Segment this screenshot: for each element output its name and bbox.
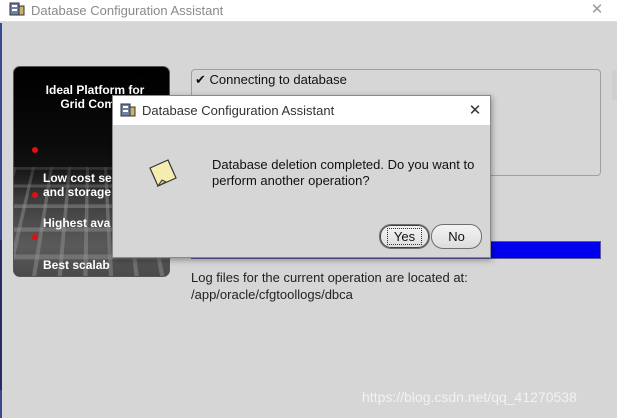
no-button[interactable]: No bbox=[431, 224, 482, 249]
dialog-title: Database Configuration Assistant bbox=[142, 103, 335, 118]
banner-item-label: Best scalab bbox=[43, 258, 110, 272]
log-location-text: Log files for the current operation are … bbox=[191, 269, 468, 303]
close-icon[interactable]: ✕ bbox=[584, 0, 610, 20]
yes-button[interactable]: Yes bbox=[379, 224, 430, 249]
dbca-app-icon bbox=[120, 102, 136, 118]
log-path: /app/oracle/cfgtoollogs/dbca bbox=[191, 287, 353, 302]
banner-item-label: Highest ava bbox=[43, 216, 111, 230]
watermark: https://blog.csdn.net/qq_41270538 bbox=[362, 389, 577, 405]
yes-button-label: Yes bbox=[386, 228, 423, 245]
checkmark-icon: ✔ bbox=[195, 72, 206, 87]
dbca-app-icon bbox=[9, 1, 25, 17]
scrollbar[interactable] bbox=[612, 70, 617, 100]
main-titlebar: Database Configuration Assistant ✕ bbox=[0, 0, 617, 22]
close-icon[interactable]: ✕ bbox=[463, 100, 487, 120]
status-step: ✔ Connecting to database bbox=[195, 72, 347, 88]
banner-item: Highest ava bbox=[30, 188, 110, 230]
bullet-icon bbox=[32, 234, 38, 240]
window-left-edge-lower bbox=[0, 240, 2, 390]
status-step-label: Connecting to database bbox=[209, 72, 347, 87]
note-icon bbox=[146, 156, 180, 190]
confirm-dialog: Database Configuration Assistant ✕ Datab… bbox=[112, 95, 491, 258]
window-title: Database Configuration Assistant bbox=[31, 3, 224, 18]
dialog-message: Database deletion completed. Do you want… bbox=[212, 157, 475, 188]
bullet-icon bbox=[32, 147, 38, 153]
bullet-icon bbox=[32, 192, 38, 198]
banner-item: Best scalab bbox=[30, 230, 110, 272]
log-line-label: Log files for the current operation are … bbox=[191, 270, 468, 285]
dialog-titlebar: Database Configuration Assistant ✕ bbox=[113, 96, 490, 125]
